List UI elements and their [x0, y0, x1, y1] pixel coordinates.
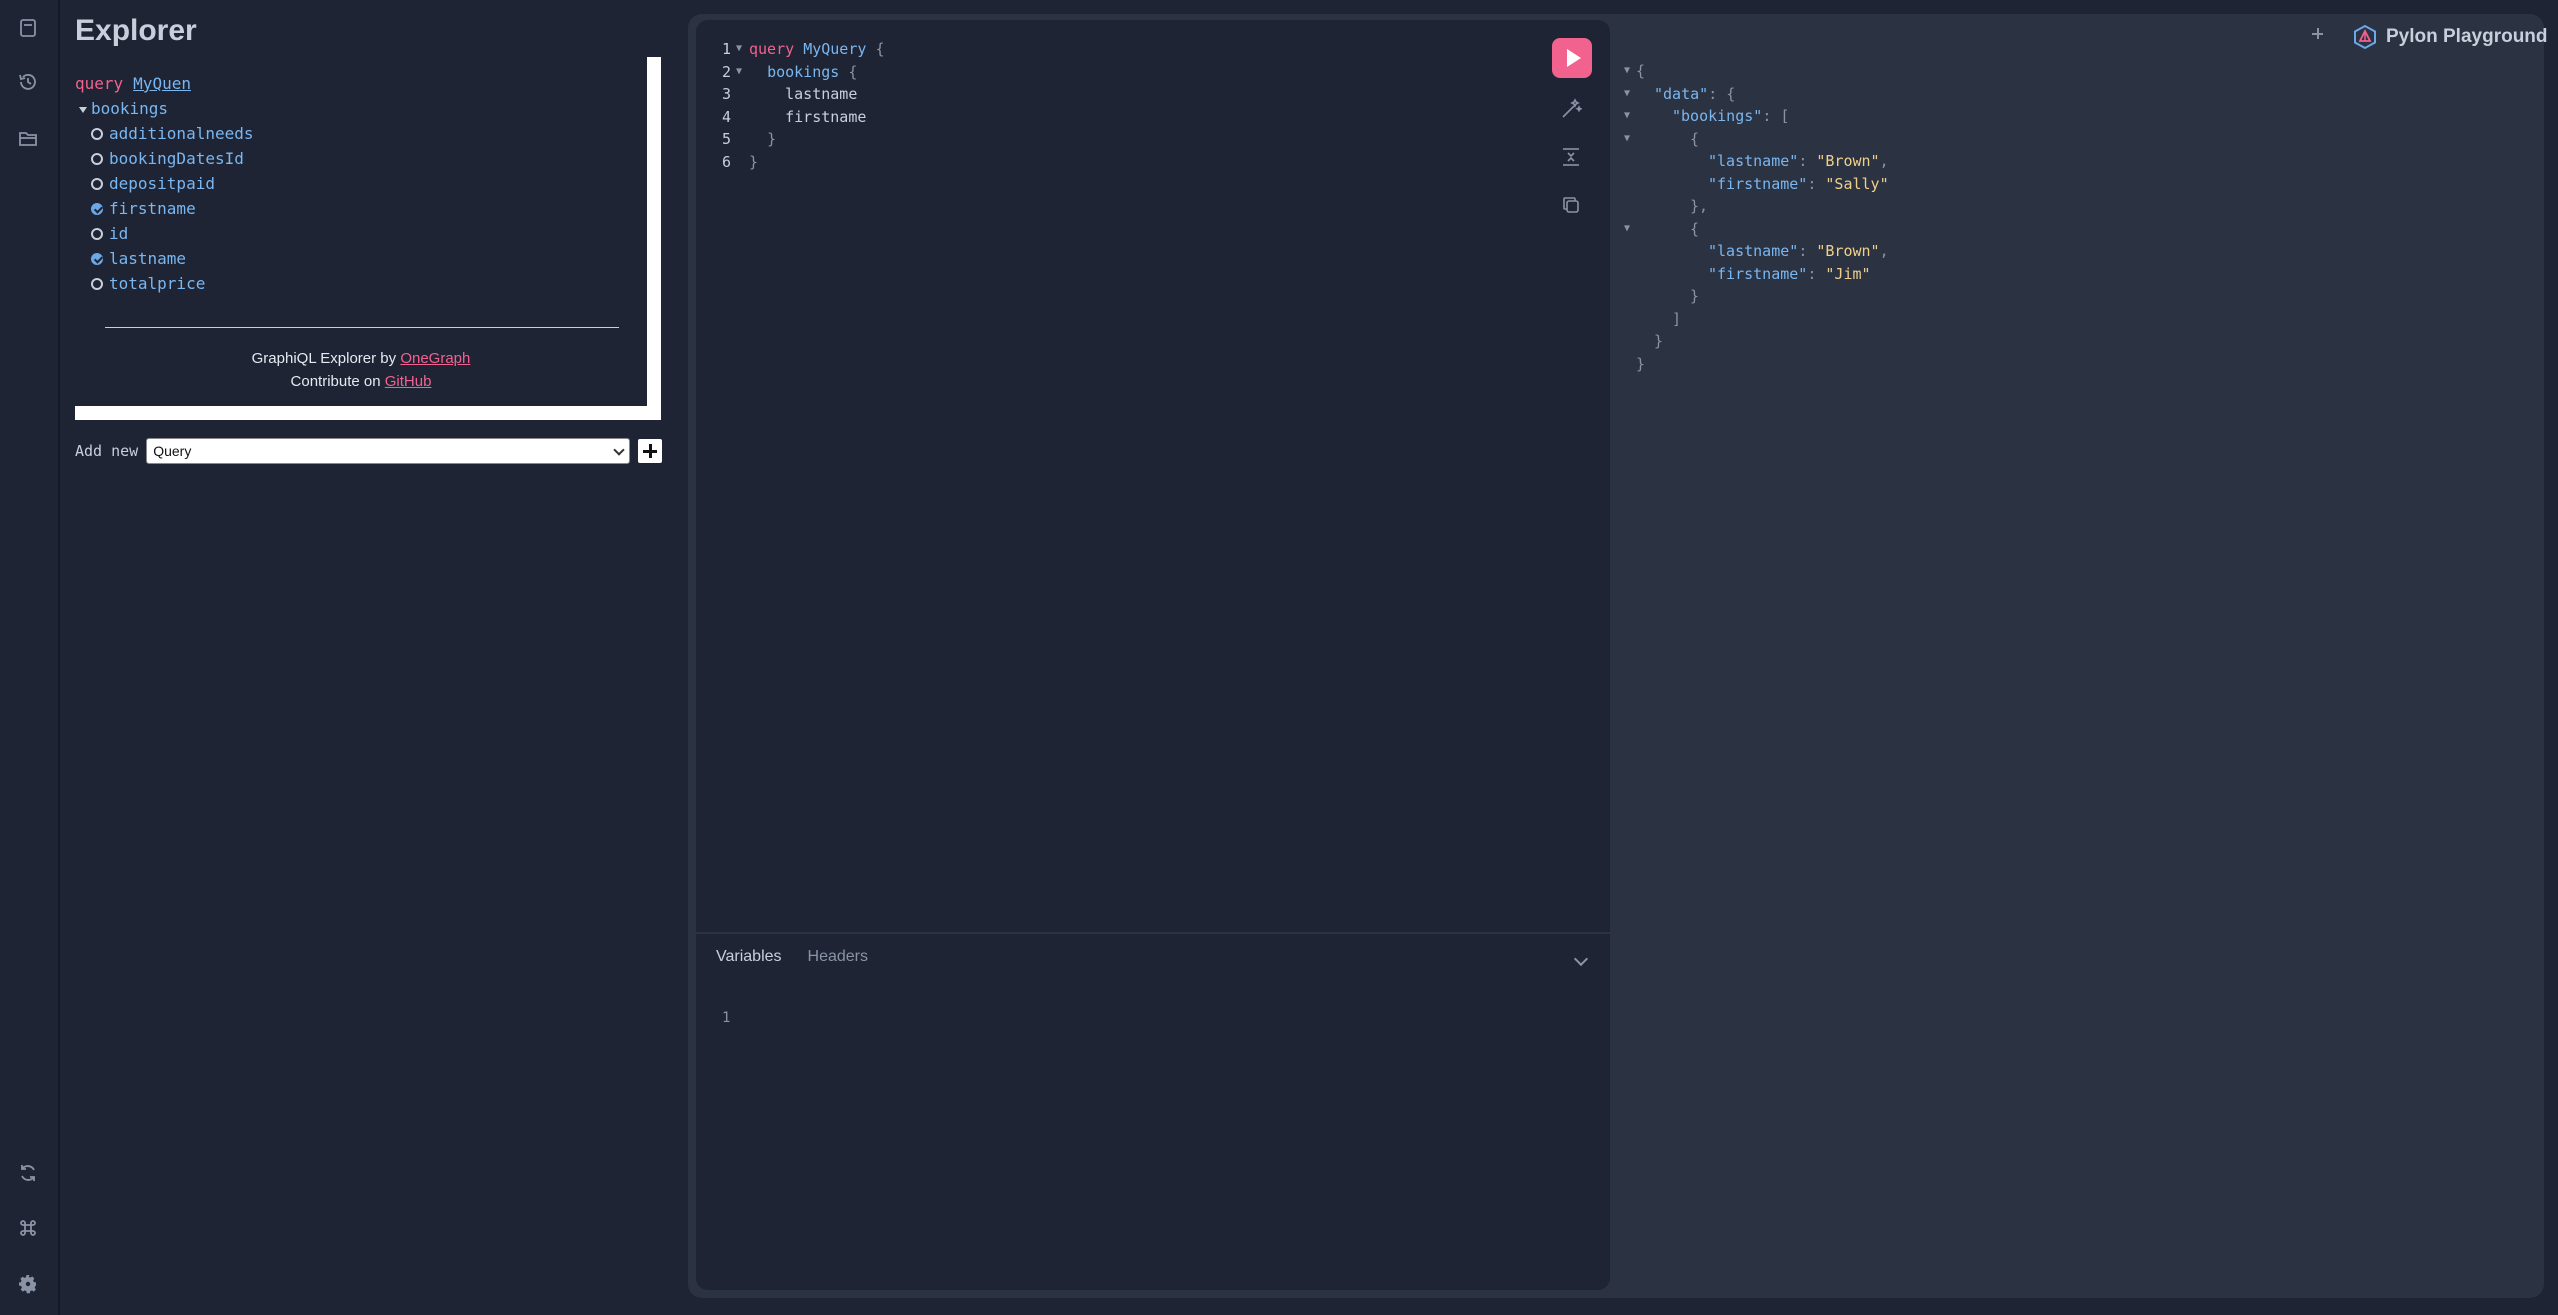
sidebar-rail — [0, 0, 60, 1315]
brace: } — [749, 152, 759, 171]
json-string: "Jim" — [1825, 264, 1871, 283]
query-keyword: query — [749, 40, 795, 58]
json-key: "lastname" — [1708, 242, 1799, 260]
line-number: 6 — [722, 152, 732, 171]
checkbox-checked-icon — [91, 202, 103, 215]
divider — [105, 327, 619, 328]
field-row[interactable]: firstname — [75, 196, 254, 221]
field-row[interactable]: id — [75, 221, 254, 246]
refetch-schema-icon[interactable] — [14, 1159, 42, 1187]
variables-line-number: 1 — [722, 1010, 731, 1026]
json-string: "Sally" — [1825, 174, 1889, 193]
brace: { — [875, 40, 885, 58]
tab-headers[interactable]: Headers — [808, 948, 868, 966]
field-row[interactable]: totalprice — [75, 271, 254, 296]
checkbox-icon — [91, 152, 103, 165]
add-tab-button[interactable] — [2308, 24, 2328, 44]
checkbox-icon — [91, 277, 103, 290]
explorer-credits: GraphiQL Explorer by OneGraph Contribute… — [75, 347, 647, 393]
field-row[interactable]: lastname — [75, 246, 254, 271]
field-label: firstname — [109, 199, 196, 218]
checkbox-icon — [91, 227, 103, 240]
fold-arrow-icon[interactable]: ▼ — [1624, 218, 1630, 241]
explorer-title: Explorer — [75, 14, 197, 47]
field-label: totalprice — [109, 274, 206, 293]
fold-arrow-icon[interactable]: ▼ — [1624, 83, 1630, 106]
brand: Pylon Playground — [2352, 24, 2548, 50]
field-row[interactable]: additionalneeds — [75, 121, 254, 146]
divider — [696, 932, 1610, 934]
line-number: 3 — [722, 85, 732, 103]
operation-type-select[interactable]: Query — [146, 438, 631, 464]
json-key: "bookings" — [1672, 107, 1763, 125]
root-field-label: bookings — [91, 99, 169, 118]
code-field: bookings — [767, 62, 840, 81]
field-label: id — [109, 224, 129, 243]
checkbox-icon — [91, 127, 103, 140]
field-row[interactable]: depositpaid — [75, 171, 254, 196]
docs-icon[interactable] — [14, 14, 42, 42]
pylon-logo-icon — [2354, 24, 2376, 50]
chevron-down-icon[interactable] — [1573, 951, 1589, 967]
root-field-bookings[interactable]: bookings — [75, 96, 254, 121]
operation-keyword: query — [75, 74, 124, 93]
brand-name: Pylon Playground — [2386, 26, 2548, 47]
line-number: 5 — [722, 130, 732, 148]
add-new-label: Add new — [75, 442, 139, 460]
code-field: firstname — [785, 107, 867, 126]
editor-tools-tabs: Variables Headers — [716, 948, 868, 966]
copy-icon[interactable] — [1560, 194, 1584, 218]
field-label: bookingDatesId — [109, 149, 244, 168]
chevron-down-icon — [613, 444, 625, 456]
code-field: lastname — [785, 85, 858, 103]
field-row[interactable]: bookingDatesId — [75, 146, 254, 171]
prettify-icon[interactable] — [1560, 98, 1584, 122]
fold-arrow-icon[interactable]: ▼ — [736, 61, 742, 84]
fold-arrow-icon[interactable]: ▼ — [1624, 60, 1630, 83]
select-value: Query — [153, 443, 192, 459]
json-string: "Brown" — [1816, 242, 1880, 260]
fold-arrow-icon[interactable]: ▼ — [736, 38, 742, 61]
operation-row: query MyQuen — [75, 71, 254, 96]
explorer-folder-icon[interactable] — [14, 124, 42, 152]
fold-arrow-icon[interactable]: ▼ — [1624, 128, 1630, 151]
fold-arrow-icon[interactable]: ▼ — [1624, 105, 1630, 128]
explorer-panel: Explorer query MyQuen bookings additional… — [60, 0, 670, 1315]
query-editor[interactable]: 1 ▼ query MyQuery { 2 ▼ bookings { 3 lastna… — [696, 20, 1610, 1290]
settings-gear-icon[interactable] — [14, 1270, 42, 1298]
credits-text: Contribute on — [290, 373, 385, 390]
brace: { — [848, 62, 858, 81]
history-icon[interactable] — [14, 68, 42, 96]
json-key: "firstname" — [1708, 264, 1808, 283]
checkbox-icon — [91, 177, 103, 190]
tab-variables[interactable]: Variables — [716, 948, 782, 966]
brace: } — [767, 130, 777, 148]
json-string: "Brown" — [1816, 152, 1880, 170]
checkbox-checked-icon — [91, 252, 103, 265]
field-label: depositpaid — [109, 174, 215, 193]
shortcuts-icon[interactable] — [14, 1214, 42, 1242]
caret-down-icon — [79, 106, 87, 113]
query-name: MyQuery — [803, 40, 867, 58]
json-key: "data" — [1654, 84, 1709, 103]
credits-text: GraphiQL Explorer by — [251, 350, 401, 367]
add-new-row: Add new Query — [75, 437, 663, 465]
line-number: 4 — [722, 107, 732, 126]
run-query-button[interactable] — [1552, 38, 1592, 78]
add-operation-button[interactable] — [638, 439, 663, 463]
json-key: "lastname" — [1708, 152, 1799, 170]
field-label: additionalneeds — [109, 124, 254, 143]
merge-fragments-icon[interactable] — [1560, 146, 1584, 170]
field-label: lastname — [109, 249, 187, 268]
explorer-tree-box: query MyQuen bookings additionalneeds boo… — [75, 57, 661, 420]
github-link[interactable]: GitHub — [385, 373, 432, 390]
operation-name-input[interactable]: MyQuen — [133, 74, 191, 93]
json-key: "firstname" — [1708, 174, 1808, 193]
onegraph-link[interactable]: OneGraph — [400, 350, 470, 367]
explorer-tree: query MyQuen bookings additionalneeds boo… — [75, 71, 254, 296]
